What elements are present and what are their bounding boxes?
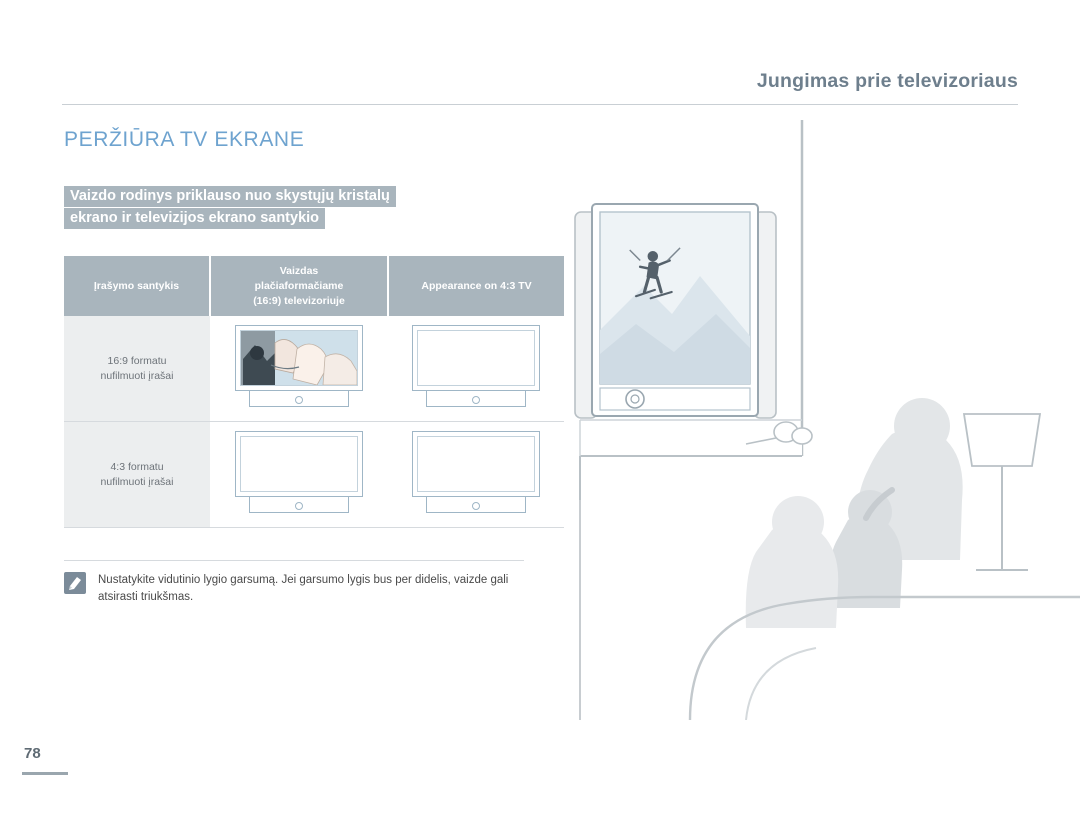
table-row: 16:9 formatu nufilmuoti įrašai — [64, 316, 564, 422]
table-header-widescreen-line3: (16:9) televizoriuje — [253, 294, 345, 307]
living-room-tv-scene — [540, 100, 1080, 721]
table-header-widescreen: Vaizdas plačiaformačiame (16:9) televizo… — [210, 256, 389, 316]
row-label-169-line1: 16:9 formatu — [107, 354, 167, 367]
scene-drawing — [574, 120, 1080, 721]
page-number-underline — [22, 772, 68, 775]
table-header-record-ratio: Įrašymo santykis — [64, 256, 211, 316]
page-number: 78 — [24, 745, 41, 762]
cell-169-on-43tv — [388, 316, 564, 422]
tv-screen-inner — [240, 436, 358, 492]
row-label-169: 16:9 formatu nufilmuoti įrašai — [64, 316, 210, 422]
subtitle-line-1: Vaizdo rodinys priklauso nuo skystųjų kr… — [64, 186, 396, 207]
note-block: Nustatykite vidutinio lygio garsumą. Jei… — [64, 572, 534, 606]
photo-thumbnail — [241, 331, 357, 385]
page-header-title: Jungimas prie televizoriaus — [756, 70, 1018, 92]
tv-knob — [472, 396, 480, 404]
row-label-43-line2: nufilmuoti įrašai — [100, 475, 174, 488]
tv-screen-inner — [240, 330, 358, 386]
tv-illustration-blank — [412, 325, 540, 407]
table-row: 4:3 formatu nufilmuoti įrašai — [64, 421, 564, 528]
row-label-169-line2: nufilmuoti įrašai — [100, 369, 174, 382]
tv-illustration-blank — [235, 431, 363, 513]
note-text: Nustatykite vidutinio lygio garsumą. Jei… — [98, 574, 509, 603]
tv-illustration-blank — [412, 431, 540, 513]
note-icon-glyph — [69, 577, 81, 590]
tv-screen-inner — [417, 436, 535, 492]
tv-knob — [472, 502, 480, 510]
cell-43-on-widescreen — [210, 421, 388, 528]
table-header-43tv: Appearance on 4:3 TV — [388, 256, 564, 316]
table-header-widescreen-line1: Vaizdas — [279, 264, 319, 277]
section-title: PERŽIŪRA TV EKRANE — [64, 128, 305, 151]
row-label-43-line1: 4:3 formatu — [110, 460, 164, 473]
tv-illustration-with-photo — [235, 325, 363, 407]
tv-screen-inner — [417, 330, 535, 386]
table-header-row: Įrašymo santykis Vaizdas plačiaformačiam… — [64, 256, 564, 316]
section-subtitle: Vaizdo rodinys priklauso nuo skystųjų kr… — [64, 185, 484, 229]
row-label-43: 4:3 formatu nufilmuoti įrašai — [64, 421, 210, 528]
subtitle-line-2: ekrano ir televizijos ekrano santykio — [64, 208, 326, 229]
cell-43-on-43tv — [388, 421, 564, 528]
tv-knob — [295, 396, 303, 404]
note-divider — [64, 560, 524, 561]
aspect-ratio-table: Įrašymo santykis Vaizdas plačiaformačiam… — [64, 256, 564, 528]
cell-169-on-widescreen — [210, 316, 388, 422]
table-header-widescreen-line2: plačiaformačiame — [254, 279, 344, 292]
note-pencil-icon — [64, 572, 86, 594]
tv-knob — [295, 502, 303, 510]
document-page: Jungimas prie televizoriaus PERŽIŪRA TV … — [0, 0, 1080, 827]
